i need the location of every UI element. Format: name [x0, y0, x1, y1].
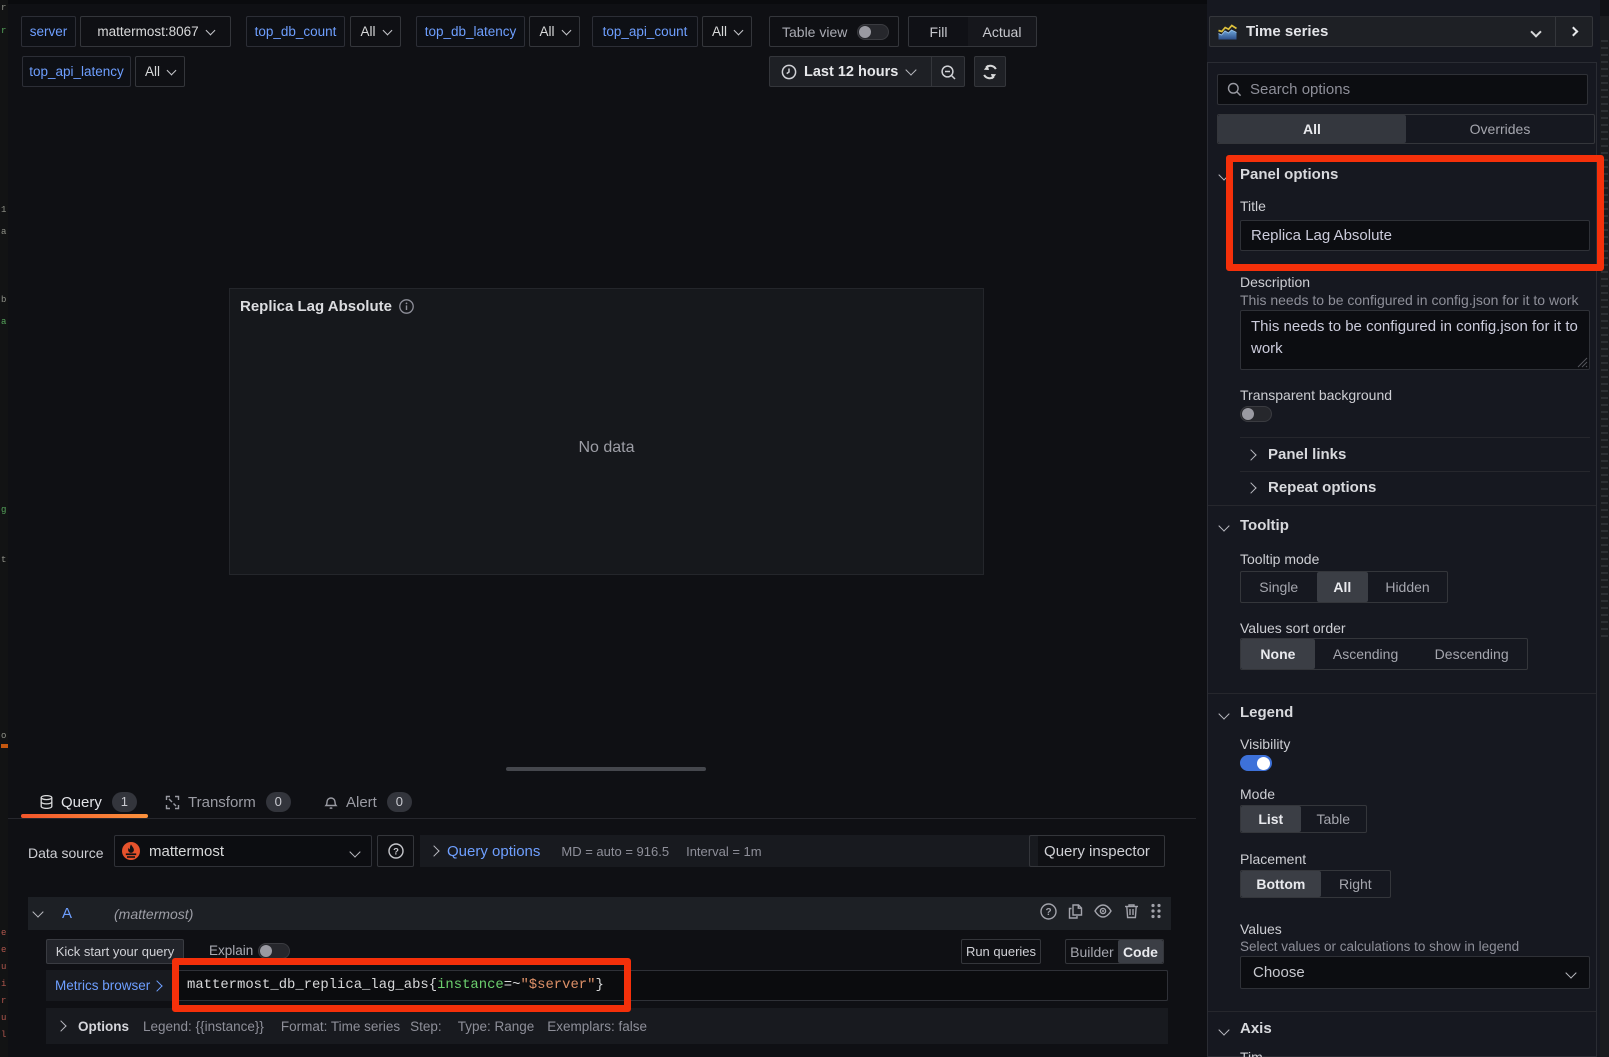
svg-text:?: ?: [393, 846, 399, 857]
svg-text:?: ?: [1045, 907, 1051, 918]
